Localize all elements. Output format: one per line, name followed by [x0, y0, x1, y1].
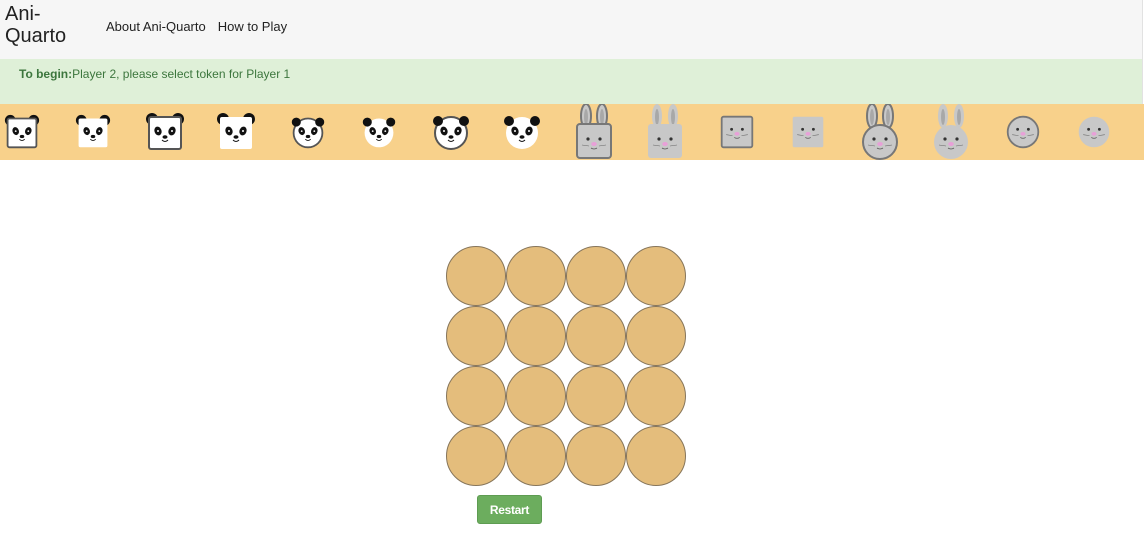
token-panda-square-large[interactable]	[215, 104, 287, 160]
panda-face-icon	[291, 117, 324, 149]
panda-face-icon	[432, 116, 469, 150]
bunny-face-icon	[648, 104, 683, 158]
token-panda-square-large-outlined[interactable]	[143, 104, 215, 160]
token-panda-round-large-outlined[interactable]	[429, 104, 501, 160]
panda-face-icon	[217, 113, 256, 149]
token-bunny-square-large[interactable]	[644, 104, 716, 160]
status-prefix: To begin:	[19, 67, 73, 81]
board-cell-1-0[interactable]	[446, 306, 506, 366]
board-cell-3-1[interactable]	[506, 426, 566, 486]
token-mouse-round-small[interactable]	[1073, 104, 1144, 160]
token-mouse-square-small-outlined[interactable]	[715, 104, 787, 160]
restart-button[interactable]: Restart	[477, 495, 542, 524]
panda-face-icon	[76, 114, 111, 148]
nav-how-to-play-link[interactable]: How to Play	[218, 19, 287, 34]
token-panda-square-small-outlined[interactable]	[0, 104, 72, 160]
status-text: Player 2, please select token for Player…	[72, 67, 291, 81]
bunny-face-icon	[934, 104, 969, 159]
nav-about-link[interactable]: About Ani-Quarto	[106, 19, 206, 34]
bunny-face-icon	[861, 104, 898, 160]
board-cell-0-1[interactable]	[506, 246, 566, 306]
panda-face-icon	[363, 117, 396, 148]
token-panda-round-large[interactable]	[501, 104, 573, 160]
token-bunny-square-large-outlined[interactable]	[572, 104, 644, 160]
bunny-face-icon	[575, 104, 612, 159]
status-alert: To begin:Player 2, please select token f…	[0, 59, 1143, 104]
mouse-face-icon	[1006, 115, 1039, 149]
mouse-face-icon	[720, 115, 753, 149]
board-cell-1-3[interactable]	[626, 306, 686, 366]
brand-logo[interactable]: Ani-Quarto	[5, 3, 85, 47]
panda-face-icon	[4, 114, 39, 149]
panda-face-icon	[145, 113, 184, 150]
board-cell-2-3[interactable]	[626, 366, 686, 426]
board-cell-2-2[interactable]	[566, 366, 626, 426]
panda-face-icon	[504, 116, 541, 149]
top-navbar: Ani-Quarto About Ani-Quarto How to Play	[0, 0, 1143, 59]
status-message: To begin:Player 2, please select token f…	[19, 67, 290, 81]
token-panda-round-small-outlined[interactable]	[286, 104, 358, 160]
token-bunny-round-large-outlined[interactable]	[858, 104, 930, 160]
game-board	[446, 246, 688, 488]
mouse-face-icon	[1078, 116, 1110, 148]
board-cell-3-3[interactable]	[626, 426, 686, 486]
token-panda-round-small[interactable]	[358, 104, 430, 160]
board-cell-2-0[interactable]	[446, 366, 506, 426]
board-cell-3-2[interactable]	[566, 426, 626, 486]
board-cell-1-2[interactable]	[566, 306, 626, 366]
board-cell-1-1[interactable]	[506, 306, 566, 366]
board-cell-0-0[interactable]	[446, 246, 506, 306]
board-cell-0-2[interactable]	[566, 246, 626, 306]
board-cell-0-3[interactable]	[626, 246, 686, 306]
token-mouse-square-small[interactable]	[787, 104, 859, 160]
token-panda-square-small[interactable]	[72, 104, 144, 160]
nav-links: About Ani-Quarto How to Play	[106, 19, 287, 34]
board-cell-3-0[interactable]	[446, 426, 506, 486]
mouse-face-icon	[792, 116, 824, 148]
board-cell-2-1[interactable]	[506, 366, 566, 426]
token-bunny-round-large[interactable]	[930, 104, 1002, 160]
token-selection-bar	[0, 104, 1144, 160]
token-mouse-round-small-outlined[interactable]	[1001, 104, 1073, 160]
